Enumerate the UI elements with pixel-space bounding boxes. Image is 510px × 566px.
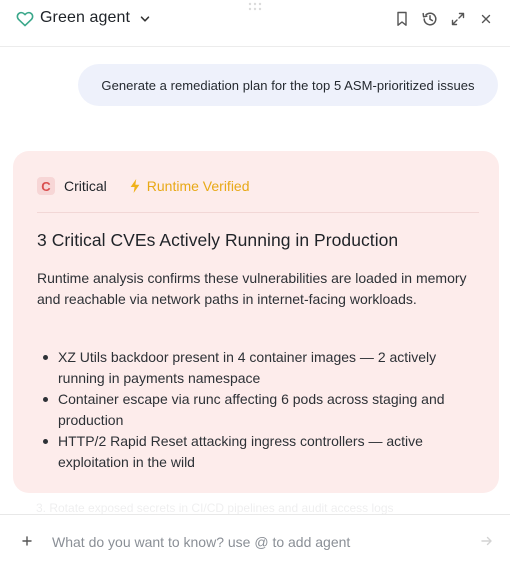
- severity-label: Critical: [64, 178, 107, 194]
- history-button[interactable]: [420, 9, 440, 29]
- user-message-bubble: Generate a remediation plan for the top …: [78, 64, 498, 106]
- add-attachment-button[interactable]: [20, 534, 34, 548]
- panel-header: Green agent: [0, 0, 510, 47]
- faded-next-message: 3. Rotate exposed secrets in CI/CD pipel…: [36, 501, 394, 515]
- close-icon: [481, 14, 491, 24]
- card-summary: Runtime analysis confirms these vulnerab…: [37, 270, 467, 307]
- prompt-input[interactable]: [50, 531, 474, 553]
- agent-name[interactable]: Green agent: [40, 9, 130, 27]
- expand-button[interactable]: [448, 9, 468, 29]
- lightning-icon: [130, 179, 140, 193]
- agent-chat-panel: Green agent Generate a remediation plan …: [0, 0, 510, 566]
- plus-icon: [22, 536, 32, 546]
- heart-icon: [16, 11, 34, 27]
- close-button[interactable]: [476, 9, 496, 29]
- finding-item: XZ Utils backdoor present in 4 container…: [37, 347, 477, 389]
- response-card: C Critical Runtime Verified 3 Critical C…: [13, 151, 499, 493]
- runtime-verified-badge: Runtime Verified: [129, 177, 250, 195]
- bookmark-icon: [397, 11, 407, 26]
- bookmark-button[interactable]: [392, 9, 412, 29]
- card-title: 3 Critical CVEs Actively Running in Prod…: [37, 230, 399, 250]
- history-icon: [422, 12, 437, 26]
- user-message-text: Generate a remediation plan for the top …: [101, 77, 475, 93]
- card-meta-row: C Critical Runtime Verified: [37, 177, 250, 195]
- card-divider: [37, 212, 479, 213]
- finding-item: HTTP/2 Rapid Reset attacking ingress con…: [37, 431, 477, 473]
- finding-item: Container escape via runc affecting 6 po…: [37, 389, 477, 431]
- chevron-down-icon[interactable]: [139, 13, 151, 25]
- findings-list: XZ Utils backdoor present in 4 container…: [37, 347, 477, 473]
- expand-icon: [451, 12, 465, 26]
- message-composer: [0, 514, 510, 566]
- runtime-verified-label: Runtime Verified: [146, 178, 250, 194]
- send-icon[interactable]: [480, 534, 494, 548]
- critical-severity-icon: C: [37, 177, 55, 195]
